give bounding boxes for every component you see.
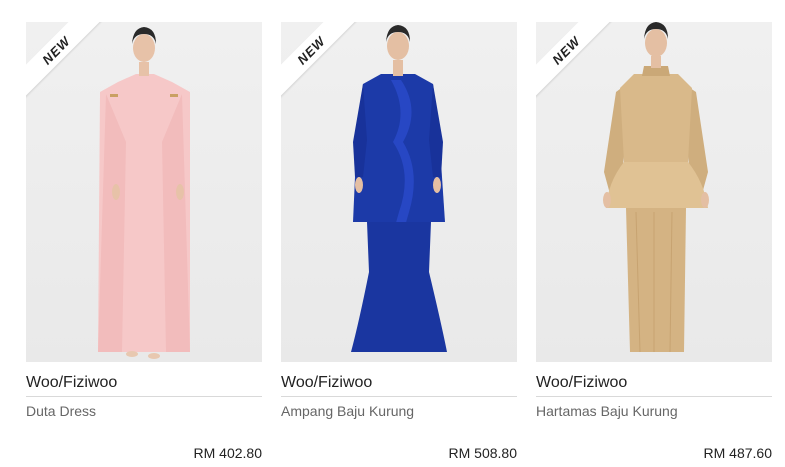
model-illustration	[603, 22, 709, 353]
product-image[interactable]: NEW	[536, 22, 772, 362]
product-brand[interactable]: Woo/Fiziwoo	[26, 374, 262, 392]
divider	[536, 396, 772, 397]
product-card[interactable]: NEW Woo/Fiziwoo Duta Dress RM 402.80	[26, 22, 262, 467]
product-price: RM 487.60	[703, 445, 772, 461]
divider	[26, 396, 262, 397]
product-name[interactable]: Hartamas Baju Kurung	[536, 403, 772, 419]
product-brand[interactable]: Woo/Fiziwoo	[536, 374, 772, 392]
model-illustration	[98, 27, 190, 359]
product-image[interactable]: NEW	[281, 22, 517, 362]
product-card[interactable]: NEW Woo/Fiziwoo Hartamas Baju Kurung RM …	[536, 22, 772, 467]
product-price: RM 508.80	[448, 445, 517, 461]
product-name[interactable]: Ampang Baju Kurung	[281, 403, 517, 419]
product-brand[interactable]: Woo/Fiziwoo	[281, 374, 517, 392]
model-illustration	[351, 25, 447, 352]
product-name[interactable]: Duta Dress	[26, 403, 262, 419]
divider	[281, 396, 517, 397]
product-price: RM 402.80	[193, 445, 262, 461]
product-card[interactable]: NEW Woo/Fiziwoo Ampang Baju Kurung RM 50…	[281, 22, 517, 467]
product-image[interactable]: NEW	[26, 22, 262, 362]
